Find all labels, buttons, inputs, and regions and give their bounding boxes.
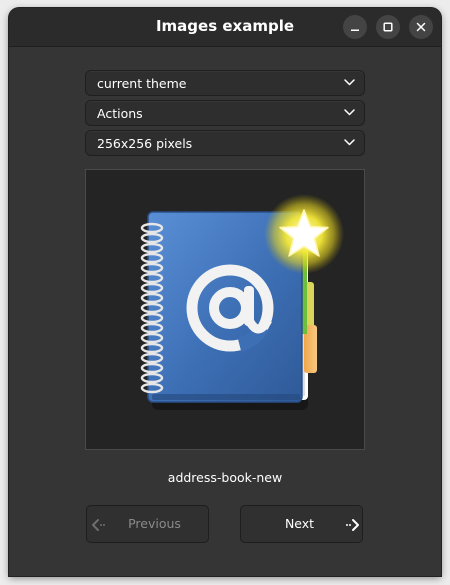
address-book-new-icon [140,194,344,410]
size-select[interactable]: 256x256 pixels [85,130,365,156]
title-bar[interactable]: Images example [9,8,441,47]
chevron-down-icon [344,79,355,86]
context-select[interactable]: Actions [85,100,365,126]
next-button-label: Next [284,516,315,531]
icon-name-label: address-book-new [167,470,283,485]
previous-button[interactable]: Previous [86,505,209,543]
icon-preview [85,169,365,450]
chevron-down-icon [344,139,355,146]
chevron-down-icon [344,109,355,116]
next-button[interactable]: Next [240,505,363,543]
arrow-right-icon [346,519,359,531]
minimize-button[interactable] [343,15,367,39]
previous-button-label: Previous [128,516,181,531]
close-button[interactable] [409,15,433,39]
size-select-value: 256x256 pixels [97,136,193,151]
maximize-button[interactable] [376,15,400,39]
minimize-icon [351,29,359,31]
theme-select[interactable]: current theme [85,70,365,96]
maximize-icon [383,22,393,32]
theme-select-value: current theme [97,76,187,91]
close-icon [416,22,426,32]
context-select-value: Actions [97,106,143,121]
app-window: Images example current theme Actions 256… [9,8,441,576]
